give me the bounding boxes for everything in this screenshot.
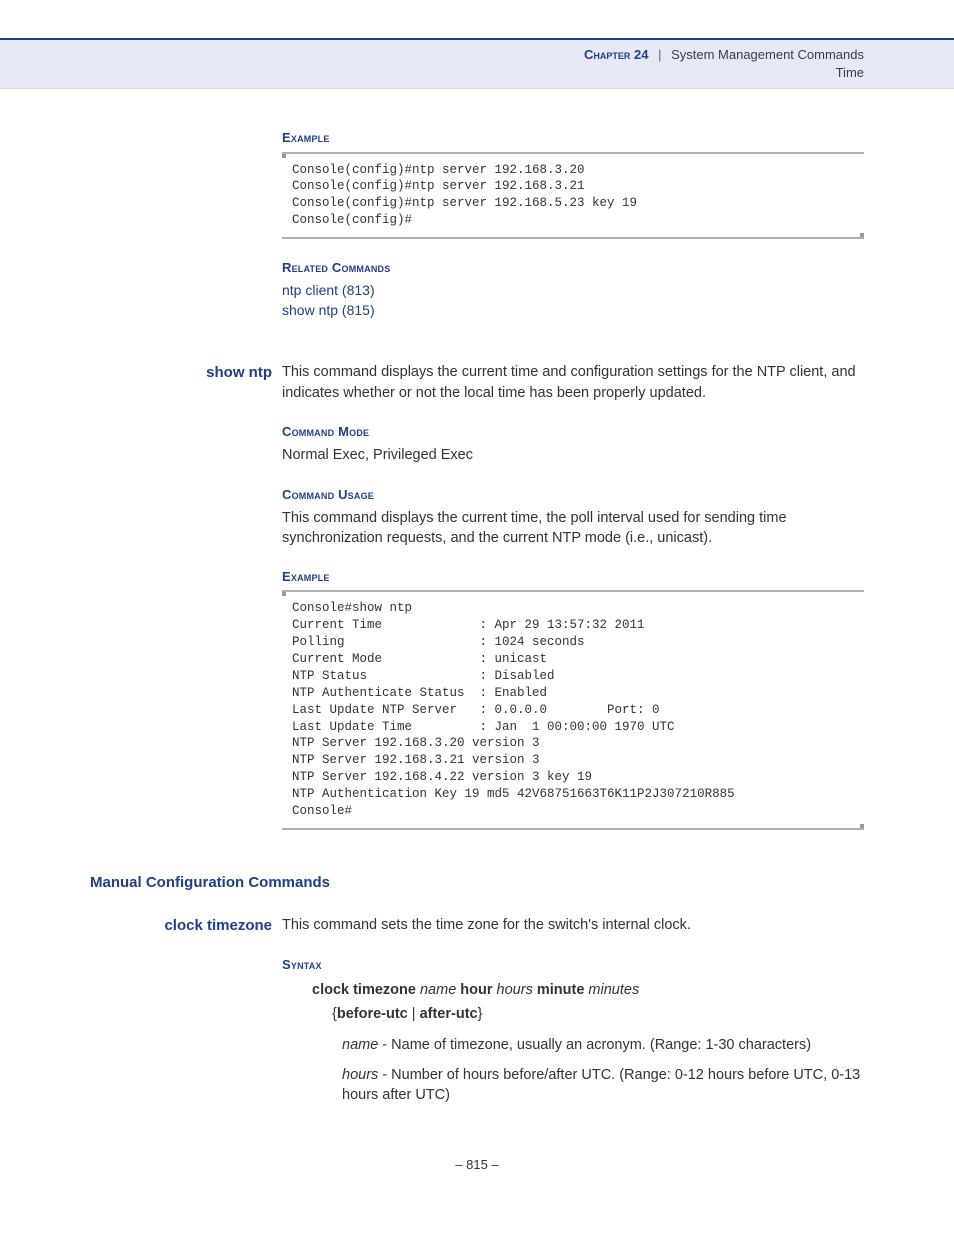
param-name-text: - Name of timezone, usually an acronym. … [378, 1037, 811, 1053]
clock-timezone-details: Syntax clock timezone name hour hours mi… [282, 956, 864, 1106]
manual-config-title: Manual Configuration Commands [90, 872, 864, 893]
chapter-title: System Management Commands [671, 47, 864, 62]
syntax-param-hours: hours [497, 982, 533, 998]
example-code-1: Console(config)#ntp server 192.168.3.20 … [282, 152, 864, 240]
command-mode-text: Normal Exec, Privileged Exec [282, 445, 864, 465]
show-ntp-name: show ntp [90, 362, 282, 383]
example-2-heading: Example [282, 568, 864, 586]
show-ntp-details: Command Mode Normal Exec, Privileged Exe… [282, 423, 864, 830]
syntax-pipe: | [408, 1006, 420, 1022]
syntax-heading: Syntax [282, 956, 864, 974]
example-code-2: Console#show ntp Current Time : Apr 29 1… [282, 590, 864, 829]
syntax-line-2: {before-utc | after-utc} [332, 1004, 864, 1024]
syntax-kw-clock-timezone: clock timezone [312, 982, 416, 998]
param-block: name - Name of timezone, usually an acro… [342, 1035, 864, 1106]
param-name-label: name [342, 1037, 378, 1053]
syntax-brace-close: } [478, 1006, 483, 1022]
param-name: name - Name of timezone, usually an acro… [342, 1035, 864, 1055]
command-usage-heading: Command Usage [282, 486, 864, 504]
command-mode-heading: Command Mode [282, 423, 864, 441]
related-link-ntp-client[interactable]: ntp client (813) [282, 281, 864, 301]
param-hours: hours - Number of hours before/after UTC… [342, 1065, 864, 1106]
clock-timezone-desc: This command sets the time zone for the … [282, 915, 864, 935]
syntax-param-name: name [420, 982, 456, 998]
syntax-opt-after-utc: after-utc [420, 1006, 478, 1022]
syntax-block: clock timezone name hour hours minute mi… [312, 980, 864, 1105]
related-commands-block: Related Commands ntp client (813) show n… [282, 259, 864, 320]
clock-timezone-name: clock timezone [90, 915, 282, 936]
syntax-line-1: clock timezone name hour hours minute mi… [312, 980, 864, 1000]
syntax-param-minutes: minutes [588, 982, 639, 998]
param-hours-label: hours [342, 1067, 378, 1083]
header-separator: | [652, 47, 667, 62]
related-commands-heading: Related Commands [282, 259, 864, 277]
chapter-label: Chapter 24 [584, 47, 648, 62]
related-link-show-ntp[interactable]: show ntp (815) [282, 301, 864, 321]
example-heading: Example [282, 129, 864, 147]
syntax-kw-minute: minute [537, 982, 585, 998]
show-ntp-desc: This command displays the current time a… [282, 362, 864, 403]
show-ntp-row: show ntp This command displays the curre… [90, 362, 864, 403]
example-1-block: Example Console(config)#ntp server 192.1… [282, 129, 864, 239]
page-header: Chapter 24 | System Management Commands … [0, 40, 954, 89]
syntax-kw-hour: hour [460, 982, 492, 998]
header-top-band [0, 0, 954, 40]
param-hours-text: - Number of hours before/after UTC. (Ran… [342, 1067, 860, 1103]
syntax-opt-before-utc: before-utc [337, 1006, 408, 1022]
page-number: – 815 – [90, 1156, 864, 1204]
page: Chapter 24 | System Management Commands … [0, 0, 954, 1204]
command-usage-text: This command displays the current time, … [282, 508, 864, 549]
clock-timezone-row: clock timezone This command sets the tim… [90, 915, 864, 936]
header-subtitle: Time [0, 64, 864, 82]
content: Example Console(config)#ntp server 192.1… [0, 89, 954, 1203]
header-line-1: Chapter 24 | System Management Commands [0, 46, 864, 64]
